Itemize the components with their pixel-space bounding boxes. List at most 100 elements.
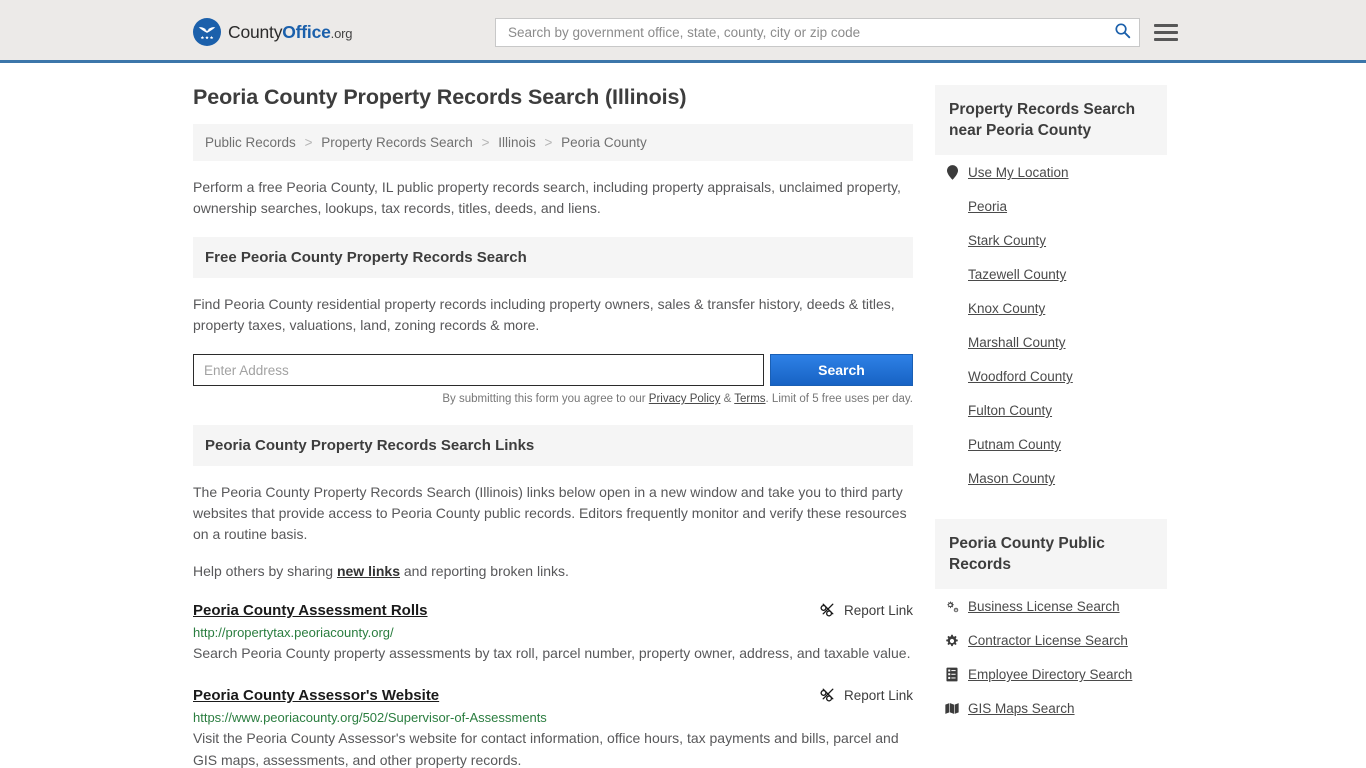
help-suffix: and reporting broken links. (400, 563, 569, 579)
cog-icon (945, 634, 959, 648)
sidebar-public-records-list: Business License Search Contractor Licen… (935, 589, 1167, 716)
form-disclaimer: By submitting this form you agree to our… (193, 393, 913, 405)
sidebar-item-gis-maps-search[interactable]: GIS Maps Search (945, 701, 1167, 716)
hamburger-bar (1154, 31, 1178, 34)
broken-link-icon (820, 601, 836, 620)
sidebar-link-business-license-search[interactable]: Business License Search (968, 599, 1120, 614)
header-search-area (495, 18, 1178, 47)
sidebar-item-employee-directory-search[interactable]: Employee Directory Search (945, 667, 1167, 682)
sidebar-item-marshall-county[interactable]: Marshall County (945, 335, 1167, 350)
breadcrumb-item-illinois[interactable]: Illinois (498, 135, 536, 150)
breadcrumb-item-property-records-search[interactable]: Property Records Search (321, 135, 473, 150)
disclaimer-prefix: By submitting this form you agree to our (442, 393, 649, 405)
breadcrumb-item-public-records[interactable]: Public Records (205, 135, 296, 150)
search-icon[interactable] (1114, 22, 1131, 44)
logo-wordmark: CountyOffice.org (228, 22, 352, 43)
link-entry-header: Peoria County Assessment Rolls Report Li… (193, 601, 913, 620)
sidebar-link-tazewell-county[interactable]: Tazewell County (968, 267, 1066, 282)
logo-word-office: Office (282, 21, 331, 42)
main-column: Peoria County Property Records Search (I… (193, 85, 913, 768)
sidebar-link-gis-maps-search[interactable]: GIS Maps Search (968, 701, 1075, 716)
sidebar-link-peoria[interactable]: Peoria (968, 199, 1007, 214)
site-header: CountyOffice.org (0, 0, 1366, 63)
link-entry-url: https://www.peoriacounty.org/502/Supervi… (193, 710, 547, 725)
links-section-description: The Peoria County Property Records Searc… (193, 484, 907, 542)
help-prefix: Help others by sharing (193, 563, 337, 579)
sidebar-item-business-license-search[interactable]: Business License Search (945, 599, 1167, 614)
breadcrumb-separator: > (544, 135, 553, 150)
sidebar-item-use-my-location[interactable]: Use My Location (945, 165, 1167, 180)
sidebar-item-knox-county[interactable]: Knox County (945, 301, 1167, 316)
disclaimer-amp: & (720, 393, 735, 405)
hamburger-bar (1154, 24, 1178, 27)
address-search-form: Search (193, 354, 913, 386)
link-entry: Peoria County Assessor's Website Report … (193, 686, 913, 768)
free-search-heading: Free Peoria County Property Records Sear… (193, 237, 913, 278)
global-search-input[interactable] (506, 24, 1114, 41)
report-link-label: Report Link (843, 688, 913, 703)
logo-word-county: County (228, 21, 283, 42)
sidebar-nearby-heading: Property Records Search near Peoria Coun… (935, 85, 1167, 155)
sidebar-nearby-list: Use My Location Peoria Stark County Taze… (935, 155, 1167, 486)
sidebar-link-contractor-license-search[interactable]: Contractor License Search (968, 633, 1128, 648)
help-share-line: Help others by sharing new links and rep… (193, 563, 913, 579)
sidebar-item-mason-county[interactable]: Mason County (945, 471, 1167, 486)
breadcrumb-item-peoria-county[interactable]: Peoria County (561, 135, 647, 150)
address-input[interactable] (193, 354, 764, 386)
sidebar-link-use-my-location[interactable]: Use My Location (968, 165, 1069, 180)
link-entry-description: Visit the Peoria County Assessor's websi… (193, 730, 899, 768)
sidebar-divider-space (935, 505, 1167, 519)
hamburger-menu-icon[interactable] (1154, 24, 1178, 41)
list-document-icon (945, 667, 959, 682)
page-title: Peoria County Property Records Search (I… (193, 85, 687, 109)
sidebar: Property Records Search near Peoria Coun… (935, 85, 1167, 768)
links-section-heading: Peoria County Property Records Search Li… (193, 425, 913, 466)
new-links-link[interactable]: new links (337, 563, 400, 579)
page-intro-text: Perform a free Peoria County, IL public … (193, 179, 901, 216)
free-search-description: Find Peoria County residential property … (193, 296, 895, 333)
sidebar-link-stark-county[interactable]: Stark County (968, 233, 1046, 248)
report-link-label: Report Link (843, 603, 913, 618)
link-entry-header: Peoria County Assessor's Website Report … (193, 686, 913, 705)
map-icon (945, 702, 959, 715)
sidebar-link-marshall-county[interactable]: Marshall County (968, 335, 1066, 350)
sidebar-link-knox-county[interactable]: Knox County (968, 301, 1045, 316)
sidebar-public-records-heading: Peoria County Public Records (935, 519, 1167, 589)
sidebar-item-putnam-county[interactable]: Putnam County (945, 437, 1167, 452)
privacy-policy-link[interactable]: Privacy Policy (649, 393, 721, 405)
sidebar-item-woodford-county[interactable]: Woodford County (945, 369, 1167, 384)
hamburger-bar (1154, 38, 1178, 41)
link-entry-description: Search Peoria County property assessment… (193, 645, 911, 661)
sidebar-link-putnam-county[interactable]: Putnam County (968, 437, 1061, 452)
sidebar-link-fulton-county[interactable]: Fulton County (968, 403, 1052, 418)
sidebar-item-contractor-license-search[interactable]: Contractor License Search (945, 633, 1167, 648)
search-button[interactable]: Search (770, 354, 913, 386)
report-link-button[interactable]: Report Link (820, 601, 913, 620)
global-search-box[interactable] (495, 18, 1140, 47)
logo-word-org: .org (330, 25, 353, 41)
sidebar-link-mason-county[interactable]: Mason County (968, 471, 1055, 486)
link-entry-title[interactable]: Peoria County Assessment Rolls (193, 602, 428, 619)
report-link-button[interactable]: Report Link (820, 686, 913, 705)
sidebar-item-fulton-county[interactable]: Fulton County (945, 403, 1167, 418)
sidebar-link-woodford-county[interactable]: Woodford County (968, 369, 1073, 384)
sidebar-item-peoria[interactable]: Peoria (945, 199, 1167, 214)
link-entry-url: http://propertytax.peoriacounty.org/ (193, 625, 394, 640)
breadcrumb-separator: > (304, 135, 313, 150)
map-pin-icon (945, 165, 959, 180)
sidebar-link-employee-directory-search[interactable]: Employee Directory Search (968, 667, 1132, 682)
countyoffice-eagle-logo-icon (193, 18, 221, 46)
breadcrumb-separator: > (481, 135, 490, 150)
site-logo[interactable]: CountyOffice.org (193, 18, 352, 46)
link-entry: Peoria County Assessment Rolls Report Li… (193, 601, 913, 664)
link-entry-title[interactable]: Peoria County Assessor's Website (193, 687, 439, 704)
page-body: Peoria County Property Records Search (I… (0, 63, 1366, 768)
terms-link[interactable]: Terms (734, 393, 765, 405)
sidebar-item-tazewell-county[interactable]: Tazewell County (945, 267, 1167, 282)
content-container: Peoria County Property Records Search (I… (193, 63, 1173, 768)
breadcrumb: Public Records > Property Records Search… (193, 124, 913, 161)
broken-link-icon (820, 686, 836, 705)
disclaimer-suffix: . Limit of 5 free uses per day. (765, 393, 913, 405)
cogs-icon (945, 600, 959, 614)
sidebar-item-stark-county[interactable]: Stark County (945, 233, 1167, 248)
